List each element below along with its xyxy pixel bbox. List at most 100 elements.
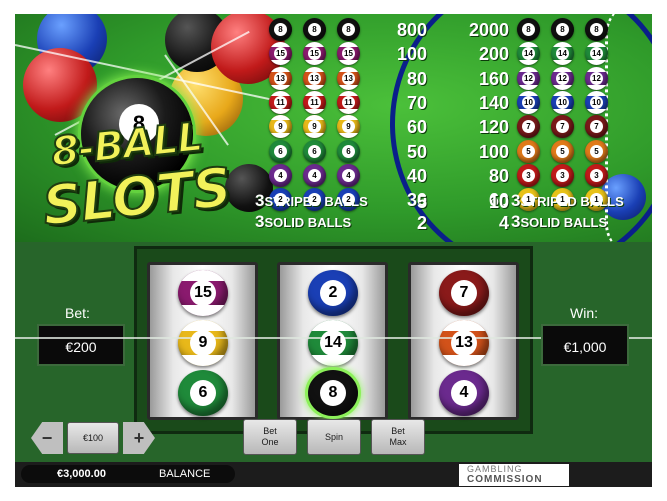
- paytable-ball-icon: 8: [551, 18, 574, 41]
- paytable-ball-icon: 11: [269, 90, 292, 114]
- paytable-ball-icon: 13: [269, 66, 292, 90]
- paytable-ball-number: 11: [274, 95, 287, 109]
- paytable-ball-number: 13: [308, 71, 321, 85]
- paytable-ball-number: 12: [590, 71, 603, 85]
- paytable-ball-number: 2: [274, 193, 287, 207]
- paytable-ball-icon: 10: [517, 90, 540, 114]
- payout-four: 2000: [468, 20, 509, 40]
- paytable-ball-icon: 8: [303, 18, 326, 41]
- payout-three: 800: [396, 20, 427, 40]
- striped-payout-three: 5: [416, 192, 427, 212]
- paytable-ball-icon: 7: [517, 115, 540, 139]
- paytable-ball-number: 7: [556, 120, 569, 134]
- reel-symbol-ball-icon: 7: [439, 270, 489, 316]
- payout-four: 140: [478, 92, 509, 113]
- payout-four: 100: [478, 141, 509, 162]
- bet-max-button[interactable]: Bet Max: [371, 419, 425, 455]
- paytable-ball-number: 4: [342, 168, 355, 182]
- reel-frame: 15 9 6 2 14 8 7 13 4: [134, 246, 533, 434]
- paytable-ball-number: 7: [522, 120, 535, 134]
- reel-symbol-number: 14: [320, 330, 346, 356]
- spin-button[interactable]: Spin: [307, 419, 361, 455]
- reel-symbol-ball-icon: 2: [308, 270, 358, 316]
- paytable-ball-icon: 12: [551, 66, 574, 90]
- reel-symbol-number: 9: [190, 330, 216, 356]
- paytable-ball-number: 13: [342, 71, 355, 85]
- paytable-ball-number: 8: [274, 23, 287, 36]
- solid-balls-text: SOLID BALLS: [264, 215, 352, 230]
- paytable-ball-number: 15: [274, 47, 287, 61]
- paytable-ball-icon: 15: [269, 42, 292, 66]
- payout-four: 160: [478, 68, 509, 89]
- paytable-ball-icon: 12: [517, 66, 540, 90]
- increase-bet-button[interactable]: +: [123, 422, 155, 454]
- paytable-ball-icon: 11: [303, 90, 326, 114]
- paytable-ball-number: 8: [556, 23, 569, 36]
- paytable-ball-icon: 10: [551, 90, 574, 114]
- reel-symbol-number: 2: [320, 280, 346, 306]
- paytable-ball-number: 8: [308, 23, 321, 36]
- paytable-ball-icon: 15: [337, 42, 360, 66]
- paytable-ball-number: 8: [590, 23, 603, 36]
- decrease-bet-button[interactable]: −: [31, 422, 63, 454]
- paytable-panel: 8 8-BALL SLOTS 8 8 8 8 8 8 800 2000 15 15 15 14 14 14…: [15, 14, 652, 242]
- payout-four: 80: [488, 165, 509, 186]
- paytable-row: 13 13 13 12 12 12 80 160: [255, 66, 652, 91]
- solid-balls-text: SOLID BALLS: [520, 215, 608, 230]
- paytable-ball-icon: 12: [585, 66, 608, 90]
- paytable-row: 4 4 4 3 3 3 40 80: [255, 163, 652, 188]
- paytable-ball-number: 6: [274, 144, 287, 158]
- reel-symbol-number: 13: [451, 330, 477, 356]
- balance-label: BALANCE: [159, 468, 211, 480]
- paytable-ball-icon: 13: [337, 66, 360, 90]
- paytable-ball-icon: 9: [337, 115, 360, 139]
- solid-balls-label: 3SOLID BALLS: [255, 211, 351, 234]
- paytable-ball-icon: 3: [517, 163, 540, 187]
- paytable-ball-icon: 6: [303, 139, 326, 163]
- reel-symbol-ball-icon: 8: [308, 370, 358, 416]
- reel-3: 7 13 4: [408, 262, 519, 420]
- paytable-ball-number: 1: [590, 193, 603, 207]
- paytable-ball-icon: 9: [303, 115, 326, 139]
- paytable-row: 9 9 9 7 7 7 60 120: [255, 115, 652, 139]
- paytable-ball-number: 5: [556, 144, 569, 158]
- paytable-ball-icon: 10: [585, 90, 608, 114]
- reel-area: Bet: €200 15 9 6 2 14 8 7 13 4 Win: €1,000: [15, 242, 652, 442]
- reel-symbol-ball-icon: 13: [439, 320, 489, 366]
- reel-symbol-ball-icon: 6: [178, 370, 228, 416]
- paytable-ball-number: 11: [308, 95, 321, 109]
- paytable-ball-number: 12: [522, 71, 535, 85]
- paytable-ball-number: 5: [590, 144, 603, 158]
- solid-balls-label: 3SOLID BALLS: [511, 211, 607, 234]
- payout-three: 70: [406, 92, 427, 113]
- paytable-ball-icon: 9: [269, 115, 292, 139]
- solid-balls-row: 3SOLID BALLS 3SOLID BALLS 2 4: [255, 211, 652, 235]
- paytable-ball-number: 9: [342, 120, 355, 134]
- paytable-ball-number: 11: [342, 95, 355, 109]
- paytable-ball-icon: 8: [585, 18, 608, 41]
- reel-symbol-number: 15: [190, 280, 216, 306]
- win-value-display: €1,000: [541, 324, 629, 366]
- reel-symbol-ball-icon: 15: [178, 270, 228, 316]
- bet-one-button[interactable]: Bet One: [243, 419, 297, 455]
- payout-three: 80: [406, 68, 427, 89]
- paytable-ball-icon: 4: [303, 163, 326, 187]
- reel-symbol-number: 4: [451, 380, 477, 406]
- paytable-ball-number: 8: [522, 23, 535, 36]
- solid-payout-four: 4: [498, 213, 509, 233]
- payout-four: 200: [478, 44, 509, 65]
- paytable-ball-number: 14: [522, 47, 535, 61]
- win-label: Win:: [570, 305, 598, 321]
- paytable: 8 8 8 8 8 8 800 2000 15 15 15 14 14 14 100 200 13 13 13 12 1…: [255, 14, 652, 242]
- paytable-ball-icon: 3: [551, 163, 574, 187]
- payout-three: 100: [396, 44, 427, 65]
- coin-value-button[interactable]: €100: [67, 422, 119, 454]
- paytable-ball-number: 3: [522, 168, 535, 182]
- paytable-row: 15 15 15 14 14 14 100 200: [255, 42, 652, 66]
- paytable-ball-number: 9: [274, 120, 287, 134]
- paytable-ball-icon: 13: [303, 66, 326, 90]
- bet-value-display: €200: [37, 324, 125, 366]
- control-bar: − €100 + Bet One Spin Bet Max: [15, 414, 652, 462]
- paytable-ball-number: 13: [274, 71, 287, 85]
- paytable-ball-icon: 7: [551, 115, 574, 139]
